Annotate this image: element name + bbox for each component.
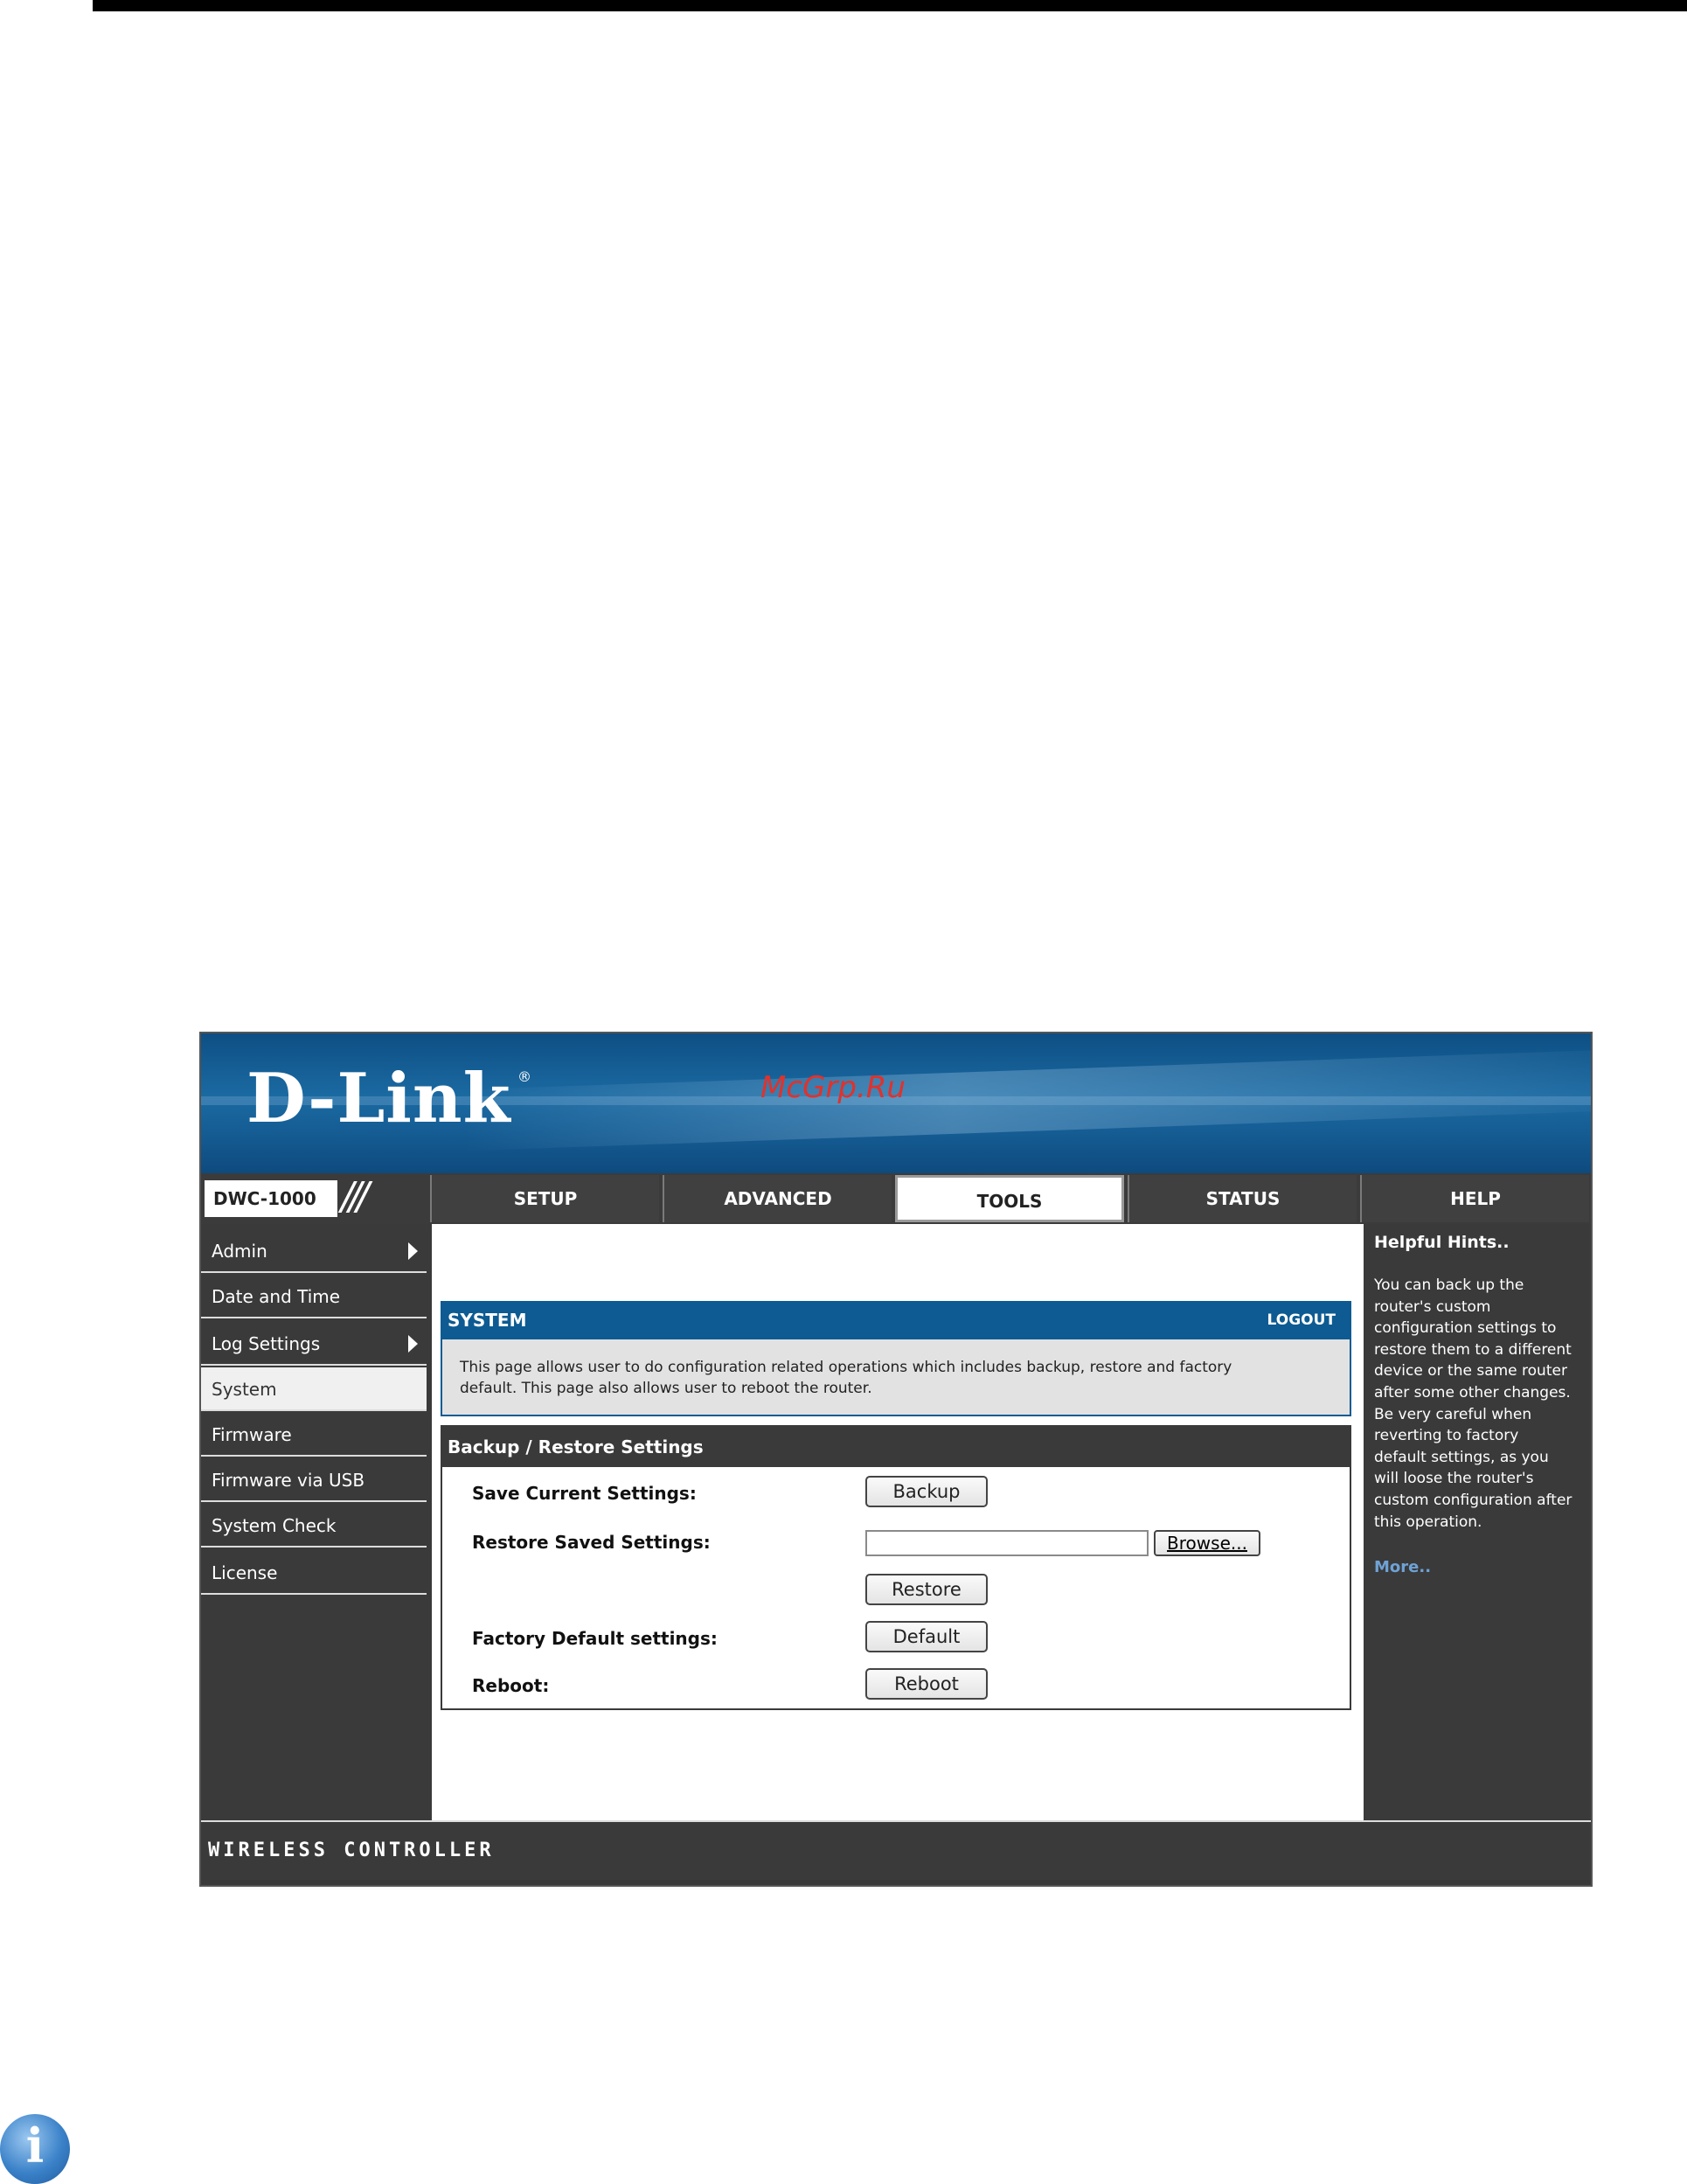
- restore-saved-settings-label: Restore Saved Settings:: [472, 1532, 711, 1553]
- reboot-label: Reboot:: [472, 1675, 550, 1696]
- section-title: Backup / Restore Settings: [442, 1427, 1350, 1467]
- tab-advanced[interactable]: ADVANCED: [663, 1175, 892, 1222]
- browse-button[interactable]: Browse...: [1154, 1530, 1260, 1556]
- sidebar-item-log-settings[interactable]: Log Settings: [201, 1322, 427, 1366]
- watermark: McGrp.Ru: [760, 1070, 906, 1105]
- tab-help[interactable]: HELP: [1360, 1175, 1589, 1222]
- sidebar-item-label: System Check: [212, 1515, 337, 1536]
- sidebar-item-label: System: [212, 1379, 277, 1400]
- divider-slashes: ///: [341, 1174, 370, 1219]
- help-more-link[interactable]: More..: [1374, 1558, 1431, 1576]
- backup-restore-section: Backup / Restore Settings Save Current S…: [441, 1425, 1351, 1710]
- save-current-settings-label: Save Current Settings:: [472, 1483, 697, 1504]
- sidebar-item-label: License: [212, 1562, 278, 1583]
- sidebar-item-label: Firmware: [212, 1424, 292, 1445]
- sidebar-item-date-and-time[interactable]: Date and Time: [201, 1275, 427, 1318]
- page-description: This page allows user to do configuratio…: [441, 1339, 1351, 1416]
- help-text: You can back up the router's custom conf…: [1374, 1276, 1572, 1531]
- chevron-right-icon: [408, 1242, 418, 1260]
- sidebar-item-label: Date and Time: [212, 1286, 341, 1307]
- info-icon: i: [0, 2114, 70, 2184]
- sidebar-item-license[interactable]: License: [201, 1551, 427, 1595]
- factory-default-label: Factory Default settings:: [472, 1628, 718, 1649]
- sidebar-item-system-check[interactable]: System Check: [201, 1504, 427, 1548]
- sidebar: Admin Date and Time Log Settings System …: [201, 1224, 430, 1820]
- logout-link[interactable]: LOGOUT: [1267, 1301, 1336, 1339]
- help-title: Helpful Hints..: [1374, 1233, 1510, 1252]
- tab-status[interactable]: STATUS: [1128, 1175, 1357, 1222]
- footer: WIRELESS CONTROLLER: [201, 1820, 1591, 1885]
- chevron-right-icon: [408, 1335, 418, 1353]
- dlink-logo: D-Link: [246, 1059, 511, 1138]
- restore-file-input[interactable]: [865, 1530, 1149, 1556]
- registered-mark: ®: [517, 1068, 531, 1085]
- top-nav: DWC-1000 /// SETUP ADVANCED TOOLS STATUS…: [201, 1173, 1591, 1224]
- sidebar-item-firmware[interactable]: Firmware: [201, 1413, 427, 1457]
- reboot-button[interactable]: Reboot: [865, 1668, 988, 1700]
- restore-button[interactable]: Restore: [865, 1574, 988, 1605]
- tab-setup[interactable]: SETUP: [430, 1175, 659, 1222]
- sidebar-item-firmware-via-usb[interactable]: Firmware via USB: [201, 1458, 427, 1502]
- sidebar-item-label: Log Settings: [212, 1333, 321, 1354]
- banner: D-Link ® McGrp.Ru: [201, 1033, 1591, 1173]
- main-content: SYSTEM LOGOUT This page allows user to d…: [432, 1224, 1364, 1820]
- sidebar-item-label: Firmware via USB: [212, 1470, 365, 1491]
- help-panel: Helpful Hints.. You can back up the rout…: [1365, 1224, 1591, 1820]
- model-label: DWC-1000: [205, 1180, 337, 1217]
- sidebar-item-admin[interactable]: Admin: [201, 1229, 427, 1273]
- footer-title: WIRELESS CONTROLLER: [208, 1840, 495, 1861]
- sidebar-item-system[interactable]: System: [201, 1367, 427, 1411]
- backup-button[interactable]: Backup: [865, 1476, 988, 1507]
- default-button[interactable]: Default: [865, 1621, 988, 1652]
- page-title: SYSTEM LOGOUT: [441, 1301, 1351, 1339]
- router-admin-window: D-Link ® McGrp.Ru DWC-1000 /// SETUP ADV…: [199, 1032, 1593, 1887]
- tab-tools[interactable]: TOOLS: [895, 1175, 1124, 1222]
- top-rule: [93, 0, 1687, 11]
- sidebar-item-label: Admin: [212, 1241, 267, 1262]
